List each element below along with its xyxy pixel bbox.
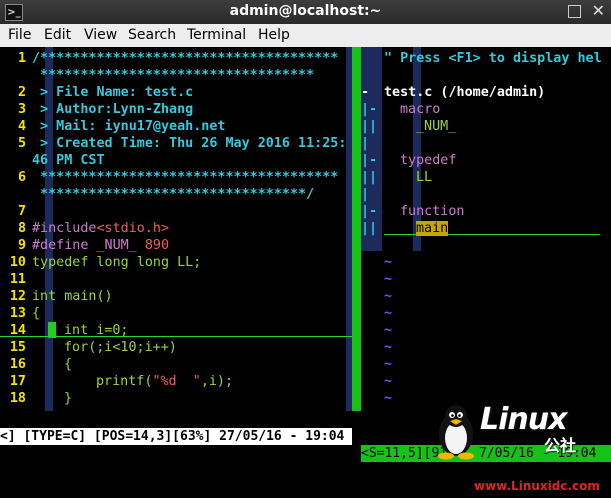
tux-penguin-icon [438,405,474,460]
empty-line-marker: ~ [384,374,393,389]
line-number: 16 [9,357,26,372]
code-line: *********************************/ [32,187,315,202]
line-number: 7 [17,204,26,219]
line-number: 6 [17,170,26,185]
menu-view[interactable]: View [84,27,117,43]
empty-line-marker: ~ [384,357,393,372]
type-keyword: int [32,289,65,304]
taglist-section[interactable]: function [400,204,465,219]
menu-help[interactable]: Help [258,27,290,43]
for-keyword: for [64,340,89,355]
code-line: ********************************** [32,68,315,83]
code-line: > Created Time: Thu 26 May 2016 11:25: [32,136,347,151]
taglist-item[interactable]: _NUM_ [416,119,456,134]
line-number: 4 [17,119,26,134]
define-directive: #define _NUM_ [32,238,145,253]
format-string: "%d " [152,374,201,389]
line-number: 8 [17,221,26,236]
printf-call: printf( [96,374,153,389]
watermark-url: www.Linuxidc.com [474,479,600,493]
include-path: <stdio.h> [96,221,170,236]
maximize-icon[interactable] [568,5,581,18]
code-line: } [64,391,73,406]
taglist-help: " Press <F1> to display hel [384,51,602,66]
taglist-item[interactable]: LL [416,170,432,185]
empty-line-marker: ~ [384,306,393,321]
taglist-section[interactable]: macro [400,102,440,117]
window-title: admin@localhost:~ [229,3,382,19]
empty-line-marker: ~ [384,391,393,406]
watermark-subtitle: 公社 [544,436,577,455]
code-line: { [32,306,41,321]
line-number: 9 [17,238,26,253]
empty-line-marker: ~ [384,323,393,338]
line-number: 10 [9,255,26,270]
empty-line-marker: ~ [384,340,393,355]
define-value: 890 [144,238,170,253]
type-keyword: int [64,323,97,338]
line-number: 2 [17,85,26,100]
line-number: 15 [9,340,26,355]
code-line: > Author:Lynn-Zhang [32,102,194,117]
watermark: Linux 公社 www.Linuxidc.com [434,402,611,498]
title-bar: >_ admin@localhost:~ ✕ [0,0,611,24]
preprocessor-keyword: #include [32,221,97,236]
empty-line-marker: ~ [384,272,393,287]
line-number: 11 [9,272,26,287]
taglist-section[interactable]: typedef [400,153,456,168]
taglist-file[interactable]: test.c (/home/admin) [384,84,545,101]
line-number: 5 [17,136,26,151]
line-number: 12 [9,289,26,304]
line-number: 18 [9,391,26,406]
menu-edit[interactable]: Edit [44,27,71,43]
line-number: 17 [9,374,26,389]
code-text: i=0; [96,323,129,338]
code-line: > File Name: test.c [32,85,194,100]
close-icon[interactable]: ✕ [592,1,605,20]
typedef-name: LL; [177,255,202,270]
taglist-item-selected[interactable]: main [416,221,449,236]
empty-line-marker: ~ [384,289,393,304]
function-name: main() [64,289,113,304]
text-cursor [48,322,56,338]
code-line: 46 PM CST [32,153,105,168]
status-left: <] [TYPE=C] [POS=14,3][63%] 27/05/16 - 1… [0,428,352,445]
line-number: 1 [17,51,26,66]
line-number: 13 [9,306,26,321]
menu-bar: File Edit View Search Terminal Help [0,24,611,47]
line-number: 14 [9,323,26,338]
menu-file[interactable]: File [8,27,31,43]
code-text: (;i<10;i++) [88,340,177,355]
menu-search[interactable]: Search [128,27,176,43]
code-line: ************************************* [32,170,339,185]
code-line: > Mail: iynu17@yeah.net [32,119,226,134]
menu-terminal[interactable]: Terminal [187,27,246,43]
code-line: { [64,357,73,372]
split-separator[interactable] [352,47,361,411]
terminal-area[interactable]: 1/************************************* … [0,47,611,493]
code-text: ,i); [200,374,234,389]
typedef-keyword: typedef long long [32,255,178,270]
code-line: /************************************* [32,51,339,66]
empty-line-marker: ~ [384,255,393,270]
line-number: 3 [17,102,26,117]
